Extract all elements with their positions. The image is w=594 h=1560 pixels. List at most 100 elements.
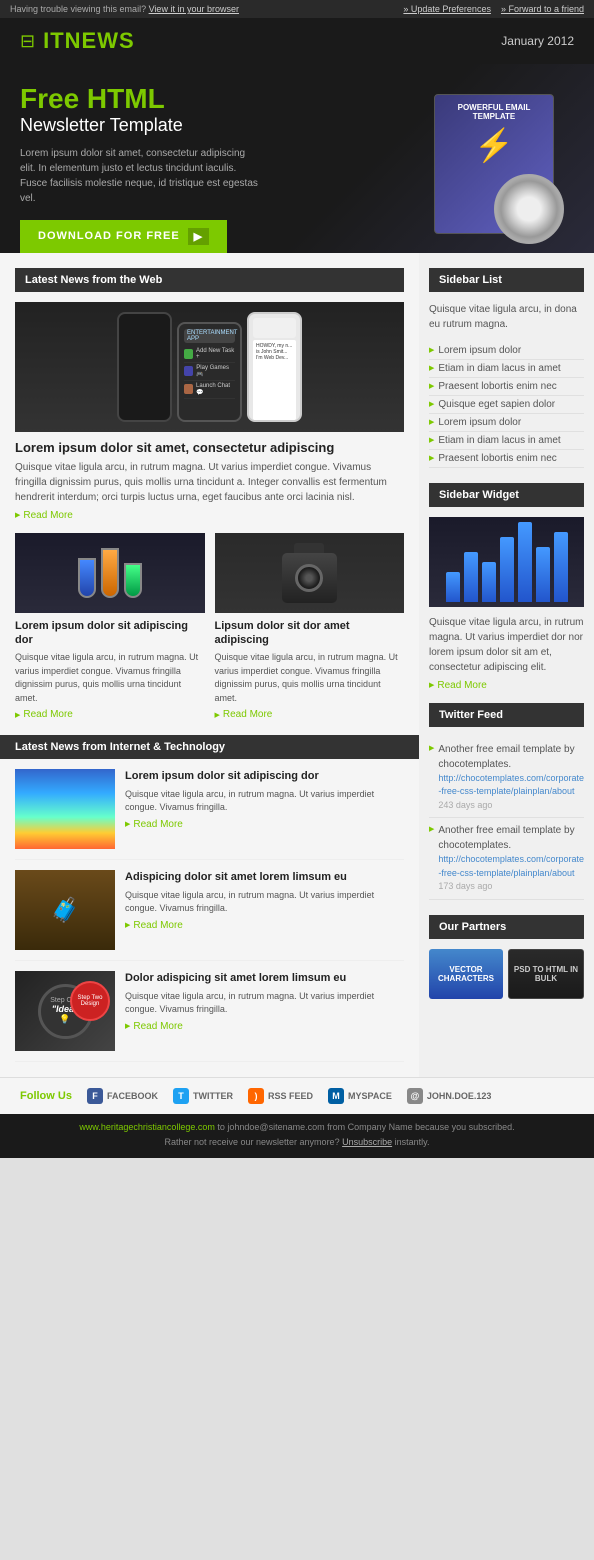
- hero-body: Lorem ipsum dolor sit amet, consectetur …: [20, 146, 260, 206]
- trouble-text: Having trouble viewing this email? View …: [10, 4, 239, 14]
- logo-text: ITNEWS: [43, 28, 135, 54]
- briefcase-icon: 🧳: [50, 896, 80, 925]
- unsubscribe-link[interactable]: Unsubscribe: [342, 1137, 392, 1147]
- hero-section: Free HTML Newsletter Template Lorem ipsu…: [0, 64, 594, 253]
- tech-title-1: Lorem ipsum dolor sit adipiscing dor: [125, 769, 404, 783]
- sidebar-widget-header: Sidebar Widget: [429, 483, 584, 507]
- camera-top: [294, 543, 324, 553]
- follow-bar: Follow Us f FACEBOOK t TWITTER ) RSS FEE…: [0, 1077, 594, 1114]
- tweet-2-time: 173 days ago: [438, 880, 584, 894]
- article3-readmore[interactable]: Read More: [215, 709, 405, 720]
- list-item: Praesent lobortis enim nec: [429, 450, 584, 468]
- rss-icon: ): [248, 1088, 264, 1104]
- partners-grid: VECTOR CHARACTERS PSD TO HTML IN BULK: [429, 949, 584, 999]
- app-item: Launch Chat 💬: [184, 381, 235, 399]
- flask-blue: [78, 558, 96, 598]
- tech-readmore-3[interactable]: Read More: [125, 1021, 404, 1032]
- footer-url-link[interactable]: www.heritagechristiancollege.com: [79, 1122, 215, 1132]
- chart-bar: [482, 562, 496, 602]
- main-column: Latest News from the Web ENTERTAINMENT A…: [0, 253, 419, 1078]
- mini-articles: Lorem ipsum dolor sit adipiscing dor Qui…: [15, 533, 404, 721]
- camera-wrapper: [282, 543, 337, 603]
- top-bar-right: » Update Preferences » Forward to a frie…: [403, 4, 584, 14]
- chart-bar: [536, 547, 550, 602]
- footer: www.heritagechristiancollege.com to john…: [0, 1114, 594, 1157]
- step-wrapper: Step One "Idea" 💡 Step Two Design: [15, 971, 115, 1051]
- app-icon-orange: [184, 384, 193, 394]
- phone-light: HOWDY, my n... is John Smit... I'm Web D…: [247, 312, 302, 422]
- email-icon: @: [407, 1088, 423, 1104]
- tweet-2-content: Another free email template by chocotemp…: [438, 823, 584, 894]
- hero-text: Free HTML Newsletter Template Lorem ipsu…: [20, 84, 394, 253]
- app-item: Play Games 🎮: [184, 363, 235, 381]
- follow-facebook[interactable]: f FACEBOOK: [87, 1088, 158, 1104]
- sidebar-list-desc: Quisque vitae ligula arcu, in dona eu ru…: [429, 302, 584, 332]
- tech-img-briefcase: 🧳: [15, 870, 115, 950]
- tweet-2-link[interactable]: http://chocotemplates.com/corporate-free…: [438, 853, 584, 880]
- article1-readmore[interactable]: Read More: [15, 510, 404, 521]
- article1-title: Lorem ipsum dolor sit amet, consectetur …: [15, 440, 404, 455]
- tech-body-1: Quisque vitae ligula arcu, in rutrum mag…: [125, 788, 404, 815]
- top-bar: Having trouble viewing this email? View …: [0, 0, 594, 18]
- chart-bar: [464, 552, 478, 602]
- sidebar-widget-readmore[interactable]: Read More: [429, 680, 584, 691]
- logo-icon: ⊟: [20, 31, 35, 52]
- two-col-layout: Latest News from the Web ENTERTAINMENT A…: [0, 253, 594, 1078]
- tech-readmore-2[interactable]: Read More: [125, 920, 404, 931]
- tweet-1-content: Another free email template by chocotemp…: [438, 742, 584, 813]
- cd-bolt-icon: ⚡: [474, 126, 514, 164]
- article1-body: Quisque vitae ligula arcu, in rutrum mag…: [15, 460, 404, 505]
- phone-light-content: HOWDY, my n... is John Smit... I'm Web D…: [253, 340, 296, 420]
- tech-item-1: Lorem ipsum dolor sit adipiscing dor Qui…: [15, 759, 404, 860]
- phone-dark: [117, 312, 172, 422]
- follow-rss[interactable]: ) RSS FEED: [248, 1088, 313, 1104]
- phone-app: ENTERTAINMENT APP Add New Task + Play Ga…: [177, 322, 242, 422]
- hero-title: Free HTML: [20, 84, 394, 115]
- sidebar-list-header: Sidebar List: [429, 268, 584, 292]
- tech-item-3: Step One "Idea" 💡 Step Two Design Dolor …: [15, 961, 404, 1062]
- list-item: Quisque eget sapien dolor: [429, 396, 584, 414]
- list-item: Praesent lobortis enim nec: [429, 378, 584, 396]
- tech-item-3-text: Dolor adispicing sit amet lorem limsum e…: [125, 971, 404, 1051]
- sidebar: Sidebar List Quisque vitae ligula arcu, …: [419, 253, 594, 1078]
- update-prefs-link[interactable]: » Update Preferences: [403, 4, 491, 14]
- myspace-icon: m: [328, 1088, 344, 1104]
- follow-email[interactable]: @ JOHN.DOE.123: [407, 1088, 492, 1104]
- view-browser-link[interactable]: View it in your browser: [149, 4, 239, 14]
- flask-group: [78, 548, 142, 598]
- tech-readmore-1[interactable]: Read More: [125, 819, 404, 830]
- tech-item-2-text: Adispicing dolor sit amet lorem limsum e…: [125, 870, 404, 950]
- news-image-full: ENTERTAINMENT APP Add New Task + Play Ga…: [15, 302, 404, 432]
- list-item: Etiam in diam lacus in amet: [429, 432, 584, 450]
- phone-light-header: [253, 318, 296, 338]
- app-icon-green: [184, 349, 193, 359]
- app-icon-blue: [184, 366, 193, 376]
- follow-twitter[interactable]: t TWITTER: [173, 1088, 233, 1104]
- camera-lens: [295, 564, 323, 592]
- app-item: Add New Task +: [184, 346, 235, 363]
- chart-bar: [500, 537, 514, 602]
- step-two-circle: Step Two Design: [70, 981, 110, 1021]
- chart-bar: [446, 572, 460, 602]
- download-button[interactable]: DOWNLOAD FOR FREE ▶: [20, 220, 227, 253]
- twitter-icon: t: [173, 1088, 189, 1104]
- footer-text: Rather not receive our newsletter anymor…: [20, 1135, 574, 1149]
- flask-green: [124, 563, 142, 598]
- article2-readmore[interactable]: Read More: [15, 709, 205, 720]
- list-item: Lorem ipsum dolor: [429, 342, 584, 360]
- follow-myspace[interactable]: m MYSPACE: [328, 1088, 392, 1104]
- colorful-lines: [15, 769, 115, 849]
- camera-image: [215, 533, 405, 613]
- sidebar-widget-chart: [429, 517, 584, 607]
- article2-body: Quisque vitae ligula arcu, in rutrum mag…: [15, 651, 205, 705]
- phone-app-header: ENTERTAINMENT APP: [184, 329, 235, 343]
- latest-news-header: Latest News from the Web: [15, 268, 404, 292]
- tech-item-1-text: Lorem ipsum dolor sit adipiscing dor Qui…: [125, 769, 404, 849]
- facebook-icon: f: [87, 1088, 103, 1104]
- forward-link[interactable]: » Forward to a friend: [501, 4, 584, 14]
- tweet-1-link[interactable]: http://chocotemplates.com/corporate-free…: [438, 772, 584, 799]
- cd-disc: [494, 174, 564, 244]
- tech-body-3: Quisque vitae ligula arcu, in rutrum mag…: [125, 990, 404, 1017]
- sidebar-list: Lorem ipsum dolor Etiam in diam lacus in…: [429, 342, 584, 468]
- partner-psd: PSD TO HTML IN BULK: [508, 949, 584, 999]
